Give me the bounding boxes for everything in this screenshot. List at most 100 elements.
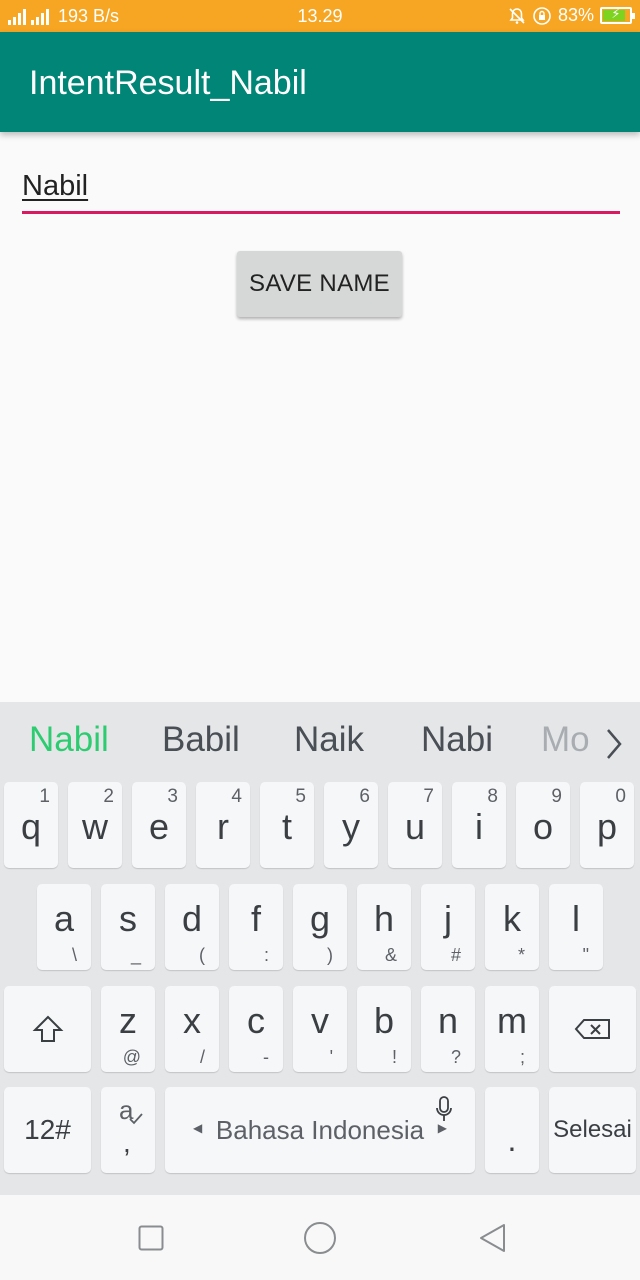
space-key[interactable]: ◀ Bahasa Indonesia ▶ <box>165 1087 475 1173</box>
period-key-label: . <box>507 1121 517 1158</box>
chevron-right-icon[interactable] <box>602 724 626 764</box>
checkmark-icon <box>129 1113 143 1125</box>
key-l[interactable]: l " <box>549 884 603 970</box>
backspace-key[interactable] <box>549 986 636 1072</box>
microphone-icon <box>436 1096 452 1121</box>
key-symbol-hint: * <box>517 945 525 965</box>
key-symbol-hint: # <box>450 945 461 965</box>
key-label: x <box>183 1000 201 1041</box>
emoji-key-bottom: , <box>123 1127 131 1158</box>
key-w[interactable]: w2 <box>68 782 122 868</box>
status-bar: 193 B/s 13.29 83% ⚡ <box>0 0 640 32</box>
key-label: z <box>119 1000 137 1041</box>
key-u[interactable]: u7 <box>388 782 442 868</box>
key-number-hint: 2 <box>103 786 114 807</box>
key-label: v <box>311 1000 329 1041</box>
key-c[interactable]: c- <box>229 986 283 1072</box>
key-symbol-hint: / <box>199 1047 205 1067</box>
key-h[interactable]: h & <box>357 884 411 970</box>
key-m[interactable]: m; <box>485 986 539 1072</box>
key-d[interactable]: d( <box>165 884 219 970</box>
key-symbol-hint: - <box>263 1047 269 1067</box>
rotation-lock-icon <box>533 6 551 25</box>
key-label: h <box>373 898 395 939</box>
key-g[interactable]: g) <box>293 884 347 970</box>
symbols-key[interactable]: 12# <box>4 1087 91 1173</box>
suggestion-item[interactable]: Mo <box>541 720 591 760</box>
key-j[interactable]: j # <box>421 884 475 970</box>
key-number-hint: 5 <box>295 786 306 807</box>
key-number-hint: 0 <box>615 786 626 807</box>
key-label: f <box>250 898 261 939</box>
suggestion-item[interactable]: Babil <box>162 720 240 760</box>
key-v[interactable]: v ' <box>293 986 347 1072</box>
key-label: n <box>437 1000 459 1041</box>
home-button[interactable] <box>302 1220 338 1256</box>
key-label: o <box>532 806 554 847</box>
key-a[interactable]: a \ <box>37 884 91 970</box>
navigation-bar <box>0 1195 640 1280</box>
key-n[interactable]: n? <box>421 986 475 1072</box>
key-label: q <box>20 806 42 847</box>
key-label: c <box>247 1000 265 1041</box>
name-input[interactable]: Nabil <box>22 166 620 214</box>
shift-arrow-icon <box>32 1015 63 1042</box>
key-label: s <box>119 898 137 939</box>
key-label: j <box>444 898 452 939</box>
key-t[interactable]: t5 <box>260 782 314 868</box>
save-name-button[interactable]: SAVE NAME <box>237 251 402 317</box>
recent-apps-button[interactable] <box>133 1220 169 1256</box>
key-x[interactable]: x / <box>165 986 219 1072</box>
backspace-icon <box>574 1019 610 1039</box>
key-label: e <box>148 806 170 847</box>
key-s[interactable]: s _ <box>101 884 155 970</box>
done-key-label: Selesai <box>553 1116 632 1143</box>
circle-icon <box>304 1222 336 1254</box>
battery-icon: ⚡ <box>600 6 635 24</box>
key-e[interactable]: e3 <box>132 782 186 868</box>
key-label: a <box>53 898 75 939</box>
suggestion-item[interactable]: Nabil <box>29 720 109 760</box>
key-z[interactable]: z @ <box>101 986 155 1072</box>
key-p[interactable]: p0 <box>580 782 634 868</box>
key-label: y <box>342 806 360 847</box>
key-f[interactable]: f: <box>229 884 283 970</box>
key-o[interactable]: o9 <box>516 782 570 868</box>
key-q[interactable]: q1 <box>4 782 58 868</box>
suggestion-bar: Nabil Babil Naik Nabi Mo <box>0 702 640 780</box>
key-number-hint: 9 <box>551 786 562 807</box>
suggestion-item[interactable]: Naik <box>294 720 364 760</box>
key-number-hint: 4 <box>231 786 242 807</box>
done-key[interactable]: Selesai <box>549 1087 636 1173</box>
key-k[interactable]: k * <box>485 884 539 970</box>
suggestion-item[interactable]: Nabi <box>421 720 493 760</box>
key-symbol-hint: _ <box>130 945 141 965</box>
key-symbol-hint: & <box>384 945 397 965</box>
app-title: IntentResult_Nabil <box>29 64 307 102</box>
key-r[interactable]: r4 <box>196 782 250 868</box>
key-b[interactable]: b! <box>357 986 411 1072</box>
key-label: k <box>503 898 521 939</box>
key-y[interactable]: y6 <box>324 782 378 868</box>
key-symbol-hint: ; <box>519 1047 525 1067</box>
soft-keyboard: Nabil Babil Naik Nabi Mo q1w2e3r4t5y6u7i… <box>0 702 640 1195</box>
triangle-back-icon <box>480 1224 505 1252</box>
key-symbol-hint: ' <box>329 1047 333 1067</box>
key-label: d <box>181 898 203 939</box>
period-key[interactable]: . <box>485 1087 539 1173</box>
space-key-label: Bahasa Indonesia <box>215 1115 425 1145</box>
key-symbol-hint: ( <box>199 945 205 965</box>
back-button[interactable] <box>474 1220 510 1256</box>
key-number-hint: 7 <box>423 786 434 807</box>
key-label: r <box>217 806 229 847</box>
key-label: g <box>309 898 331 939</box>
key-number-hint: 3 <box>167 786 178 807</box>
key-label: l <box>572 898 580 939</box>
key-symbol-hint: ) <box>327 945 333 965</box>
key-i[interactable]: i8 <box>452 782 506 868</box>
key-label: b <box>373 1000 395 1041</box>
key-number-hint: 8 <box>487 786 498 807</box>
key-label: t <box>281 806 292 847</box>
emoji-key[interactable]: a , <box>101 1087 155 1173</box>
shift-key[interactable] <box>4 986 91 1072</box>
